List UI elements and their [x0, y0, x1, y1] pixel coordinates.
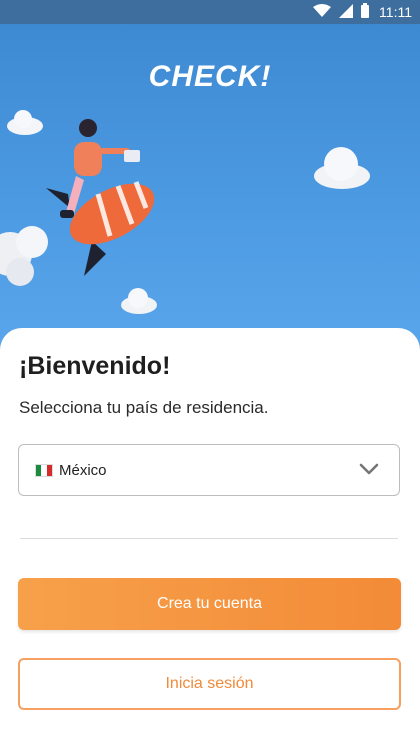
hero-banner: CHECK!	[0, 24, 420, 354]
login-button[interactable]: Inicia sesión	[18, 658, 401, 710]
divider	[20, 538, 398, 539]
welcome-card: ¡Bienvenido! Selecciona tu país de resid…	[0, 328, 420, 742]
battery-icon	[361, 3, 370, 21]
mexico-flag-icon	[35, 463, 53, 477]
rocket-rider-illustration	[46, 119, 155, 276]
brand-logo-text: CHECK!	[148, 60, 272, 93]
signal-icon	[339, 3, 354, 21]
cloud-icon	[121, 288, 157, 314]
cloud-icon	[314, 147, 370, 189]
welcome-title: ¡Bienvenido!	[19, 352, 171, 380]
wifi-icon	[313, 3, 332, 21]
country-select-value: México	[59, 461, 107, 479]
cloud-icon	[7, 110, 43, 135]
create-account-button[interactable]: Crea tu cuenta	[18, 578, 401, 630]
status-bar: 11:11	[0, 0, 420, 24]
country-prompt: Selecciona tu país de residencia.	[19, 398, 269, 417]
country-select[interactable]: México	[18, 444, 400, 496]
status-time: 11:11	[379, 4, 412, 20]
chevron-down-icon[interactable]	[359, 462, 379, 481]
